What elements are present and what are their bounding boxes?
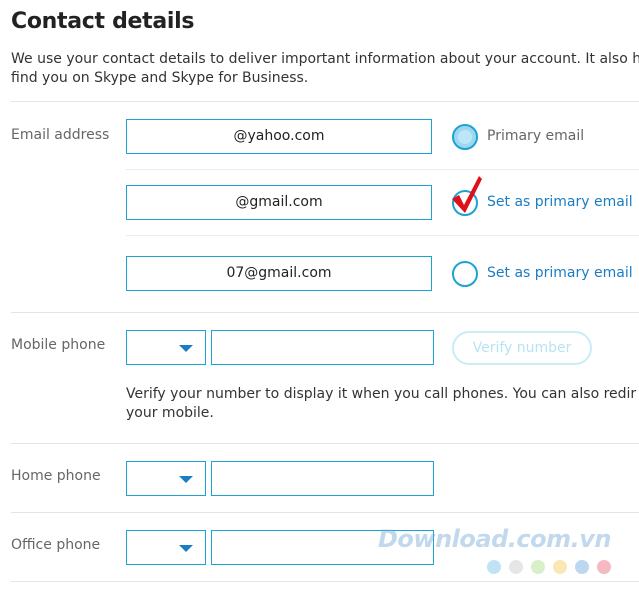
email-field-1[interactable]: @yahoo.com bbox=[126, 119, 432, 154]
watermark-logo: Download.com.vn bbox=[378, 525, 611, 553]
watermark-dot bbox=[531, 560, 545, 574]
watermark-dot bbox=[509, 560, 523, 574]
mobile-note-line-1: Verify your number to display it when yo… bbox=[126, 386, 637, 402]
watermark-dot bbox=[597, 560, 611, 574]
chevron-down-icon bbox=[179, 545, 193, 552]
page-title: Contact details bbox=[11, 9, 195, 34]
set-primary-radio-3[interactable] bbox=[452, 261, 478, 287]
mobile-country-select[interactable] bbox=[126, 330, 206, 365]
intro-text: We use your contact details to deliver i… bbox=[11, 50, 639, 88]
section-divider bbox=[11, 101, 639, 102]
email-field-3[interactable]: 07@gmail.com bbox=[126, 256, 432, 291]
email-field-2[interactable]: @gmail.com bbox=[126, 185, 432, 220]
intro-line-1: We use your contact details to deliver i… bbox=[11, 51, 639, 67]
watermark-dot bbox=[553, 560, 567, 574]
chevron-down-icon bbox=[179, 345, 193, 352]
watermark-dot bbox=[487, 560, 501, 574]
section-divider bbox=[11, 312, 639, 313]
home-country-select[interactable] bbox=[126, 461, 206, 496]
section-divider bbox=[11, 512, 639, 513]
office-country-select[interactable] bbox=[126, 530, 206, 565]
watermark-dots bbox=[487, 560, 617, 574]
mobile-note: Verify your number to display it when yo… bbox=[126, 385, 639, 423]
section-divider bbox=[11, 581, 639, 582]
section-divider bbox=[11, 443, 639, 444]
primary-email-label: Primary email bbox=[487, 128, 585, 144]
email-address-label: Email address bbox=[11, 127, 110, 143]
watermark-dot bbox=[575, 560, 589, 574]
mobile-phone-label: Mobile phone bbox=[11, 337, 106, 353]
mobile-note-line-2: your mobile. bbox=[126, 405, 214, 421]
set-primary-email-link-2[interactable]: Set as primary email bbox=[487, 194, 633, 210]
checkmark-icon bbox=[452, 176, 482, 213]
row-divider bbox=[126, 169, 639, 170]
office-phone-label: Office phone bbox=[11, 537, 101, 553]
intro-line-2: find you on Skype and Skype for Business… bbox=[11, 70, 309, 86]
mobile-phone-input[interactable] bbox=[211, 330, 434, 365]
verify-number-button[interactable]: Verify number bbox=[452, 331, 592, 365]
chevron-down-icon bbox=[179, 476, 193, 483]
primary-email-radio-1[interactable] bbox=[452, 124, 478, 150]
home-phone-input[interactable] bbox=[211, 461, 434, 496]
row-divider bbox=[126, 235, 639, 236]
home-phone-label: Home phone bbox=[11, 468, 101, 484]
set-primary-email-link-3[interactable]: Set as primary email bbox=[487, 265, 633, 281]
